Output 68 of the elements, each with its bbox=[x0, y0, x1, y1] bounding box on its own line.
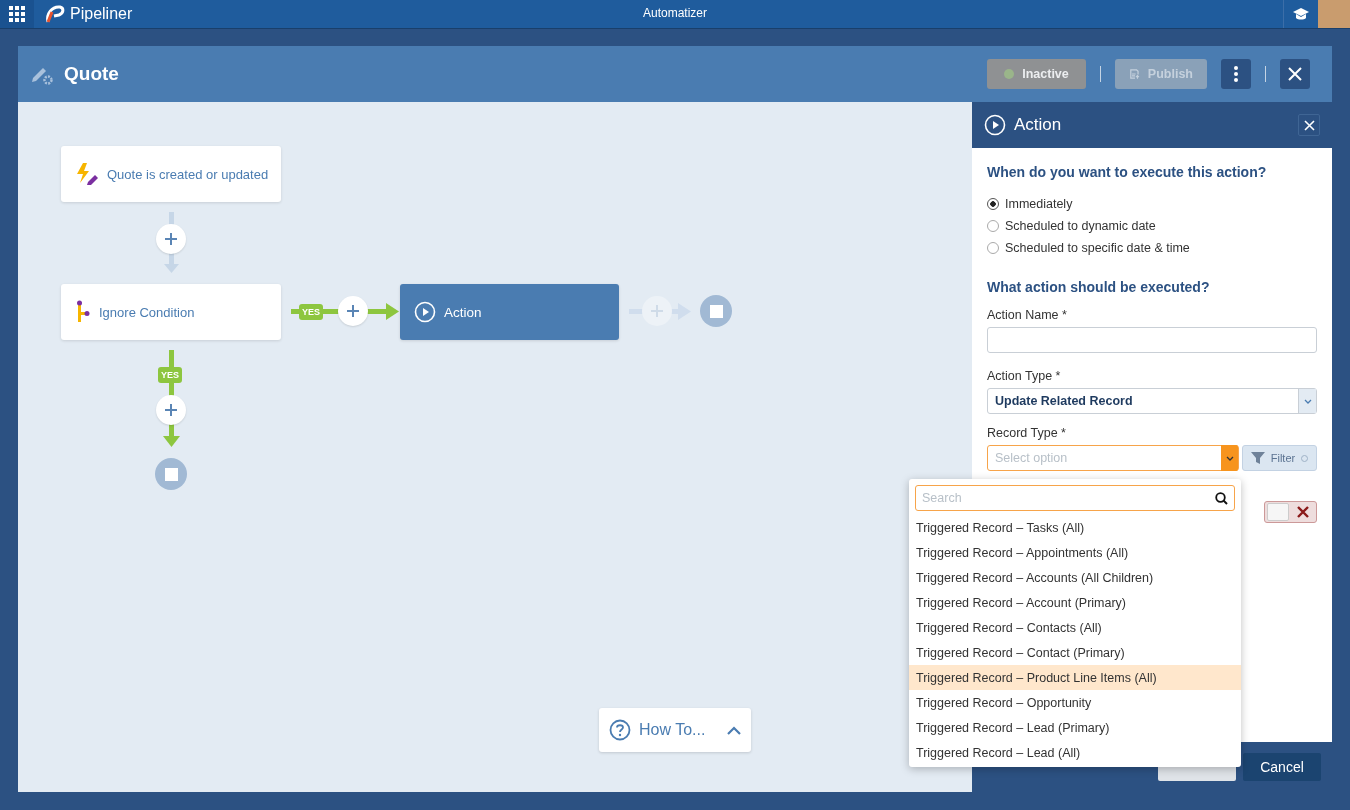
action-type-dropdown[interactable]: Update Related Record bbox=[987, 388, 1317, 414]
flow-step-card[interactable]: Action bbox=[400, 284, 619, 340]
cancel-button[interactable]: Cancel bbox=[1243, 753, 1321, 781]
logo-text: Pipeliner bbox=[70, 5, 133, 23]
dropdown-option[interactable]: Triggered Record – Contacts (All) bbox=[909, 615, 1241, 640]
action-name-field[interactable] bbox=[987, 327, 1317, 353]
grid-icon bbox=[9, 6, 25, 22]
funnel-icon bbox=[1250, 451, 1265, 465]
field-label: Action Name * bbox=[987, 308, 1068, 322]
radio-label: Scheduled to specific date & time bbox=[1005, 241, 1190, 255]
toggle-switch[interactable] bbox=[1264, 501, 1317, 523]
radio-label: Immediately bbox=[1005, 197, 1073, 211]
play-circle-icon bbox=[414, 301, 436, 323]
radio-button[interactable] bbox=[987, 242, 999, 254]
section-heading: What action should be executed? bbox=[987, 279, 1211, 295]
field-label: Action Type * bbox=[987, 369, 1062, 383]
chevron-up-icon bbox=[727, 725, 741, 735]
dropdown-option[interactable]: Triggered Record – Tasks (All) bbox=[909, 515, 1241, 540]
logo-icon bbox=[44, 4, 66, 24]
workflow-title: Quote bbox=[64, 63, 119, 85]
branch-label: YES bbox=[299, 304, 323, 320]
kebab-icon bbox=[1234, 66, 1238, 82]
branch-icon bbox=[75, 300, 91, 324]
close-button[interactable] bbox=[1298, 114, 1320, 136]
close-button[interactable] bbox=[1280, 59, 1310, 89]
add-step-button[interactable] bbox=[156, 224, 186, 254]
search-icon bbox=[1215, 492, 1228, 505]
close-icon bbox=[1288, 67, 1302, 81]
dropdown-option[interactable]: Triggered Record – Account (Primary) bbox=[909, 590, 1241, 615]
radio-button[interactable] bbox=[987, 198, 999, 210]
end-step-marker bbox=[155, 458, 187, 490]
plus-icon bbox=[651, 305, 663, 317]
dropdown-option[interactable]: Triggered Record – Lead (Primary) bbox=[909, 715, 1241, 740]
dropdown-option[interactable]: Triggered Record – Opportunity bbox=[909, 690, 1241, 715]
add-step-button[interactable] bbox=[338, 296, 368, 326]
chevron-down-icon bbox=[1225, 455, 1234, 461]
more-options-button[interactable] bbox=[1221, 59, 1251, 89]
dropdown-option[interactable]: Triggered Record – Contact (Primary) bbox=[909, 640, 1241, 665]
lightning-pencil-icon bbox=[75, 162, 99, 186]
panel-title: Action bbox=[1014, 115, 1062, 135]
end-step-marker bbox=[700, 295, 732, 327]
add-step-button[interactable] bbox=[156, 395, 186, 425]
apps-menu-button[interactable] bbox=[0, 0, 34, 28]
plus-icon bbox=[347, 305, 359, 317]
flow-step-card[interactable]: Quote is created or updated bbox=[61, 146, 281, 202]
dropdown-option[interactable]: Triggered Record – Product Line Items (All) bbox=[909, 665, 1241, 690]
close-icon bbox=[1303, 119, 1315, 131]
chevron-down-icon bbox=[1303, 398, 1312, 404]
field-label: Record Type * bbox=[987, 426, 1067, 440]
dropdown-option[interactable]: Triggered Record – Lead (All) bbox=[909, 740, 1241, 765]
cross-icon bbox=[1297, 506, 1309, 518]
filter-button[interactable]: Filter bbox=[1242, 445, 1317, 471]
plus-icon bbox=[165, 404, 177, 416]
app-title: Automatizer bbox=[643, 6, 707, 20]
branch-label: YES bbox=[158, 367, 182, 383]
help-icon bbox=[609, 719, 631, 741]
play-circle-icon bbox=[984, 114, 1006, 136]
section-heading: When do you want to execute this action? bbox=[987, 164, 1268, 180]
radio-label: Scheduled to dynamic date bbox=[1005, 219, 1156, 233]
graduation-cap-icon[interactable] bbox=[1292, 7, 1310, 21]
search-field[interactable]: Search bbox=[915, 485, 1235, 511]
status-dot bbox=[1004, 69, 1015, 79]
flow-step-card[interactable]: Ignore Condition bbox=[61, 284, 281, 340]
how-to-button[interactable]: How To... bbox=[599, 708, 751, 752]
radio-button[interactable] bbox=[987, 220, 999, 232]
dropdown-option[interactable]: Triggered Record – Accounts (All Children) bbox=[909, 565, 1241, 590]
dropdown-option[interactable]: Triggered Record – Appointments (All) bbox=[909, 540, 1241, 565]
plus-icon bbox=[165, 233, 177, 245]
